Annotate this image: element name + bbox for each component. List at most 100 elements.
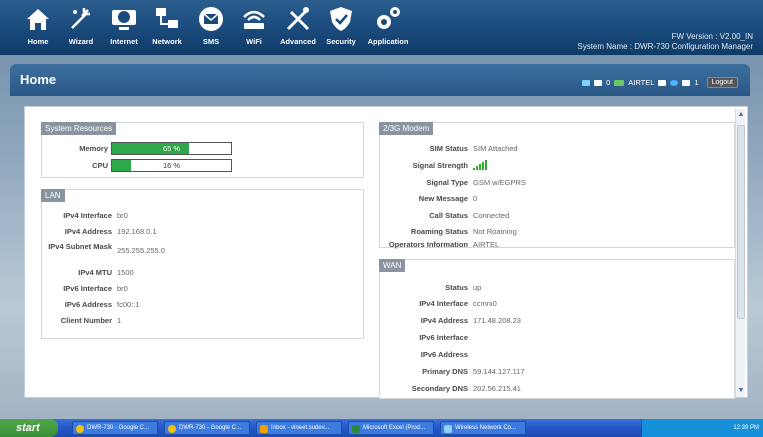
taskbar-item[interactable]: Wireless Network Co... [440, 421, 526, 435]
message-icon [594, 79, 603, 86]
nav-network[interactable]: Network [145, 4, 189, 50]
scroll-up-icon[interactable]: ▲ [736, 110, 746, 120]
nav-internet-label: Internet [110, 37, 138, 46]
wan-section: WAN Status up IPv4 Interface ccmni0 IPv4… [379, 259, 735, 399]
lan-subnet-mask-label: IPv4 Subnet Mask [48, 242, 112, 251]
lan-title: LAN [41, 189, 65, 202]
nav-application[interactable]: Application [366, 4, 410, 50]
lan-section: LAN IPv4 Interface br0 IPv4 Address 192.… [41, 189, 364, 339]
modem-row: SIM Status SIM Attached [380, 144, 518, 153]
primary-dns-label: Primary DNS [422, 367, 468, 376]
roaming-status-value: Not Roaming [473, 227, 517, 236]
wan-row: IPv4 Interface ccmni0 [380, 299, 497, 308]
taskbar-item[interactable]: DWR-730 - Google C... [72, 421, 158, 435]
cpu-row: CPU [42, 161, 108, 170]
memory-label: Memory [79, 144, 108, 153]
taskbar-item[interactable]: Inbox - vineet.sudev... [256, 421, 342, 435]
wan-row: IPv6 Address [380, 350, 473, 359]
lan-ipv6-address-label: IPv6 Address [64, 300, 112, 309]
chrome-icon [168, 425, 176, 433]
memory-bar: 65 % [111, 142, 232, 155]
nav-security[interactable]: Security [319, 4, 363, 50]
system-name: System Name : DWR-730 Configuration Mana… [577, 42, 753, 51]
message-count: 0 [606, 78, 611, 87]
new-message-label: New Message [418, 194, 468, 203]
primary-dns-value: 59.144.127.117 [473, 367, 525, 376]
nav-wifi[interactable]: WiFi [232, 4, 276, 50]
scroll-down-icon[interactable]: ▼ [736, 386, 746, 396]
task-label: DWR-730 - Google C... [179, 425, 242, 431]
device-count: 1 [694, 78, 699, 87]
secondary-dns-label: Secondary DNS [411, 384, 468, 393]
application-icon [377, 7, 400, 29]
scrollbar-thumb[interactable] [737, 125, 745, 319]
lan-row: IPv4 Address 192.168.0.1 [42, 227, 157, 236]
lan-ipv6-interface-label: IPv6 Interface [63, 284, 112, 293]
signal-type-label: Signal Type [426, 178, 468, 187]
wan-status-label: Status [445, 283, 468, 292]
modem-title: 2/3G Modem [379, 122, 434, 135]
wan-status-value: up [473, 283, 482, 292]
windows-taskbar: start DWR-730 - Google C... DWR-730 - Go… [0, 419, 763, 437]
task-label: Inbox - vineet.sudev... [271, 425, 330, 431]
nav-internet[interactable]: Internet [102, 4, 146, 50]
fw-version: FW Version : V2.00_IN [671, 32, 753, 41]
vertical-scrollbar[interactable]: ▲ ▼ [735, 109, 745, 397]
nav-application-label: Application [367, 37, 409, 46]
roaming-status-label: Roaming Status [410, 227, 468, 236]
lan-client-number-label: Client Number [60, 316, 112, 325]
wan-ipv4-address-value: 171.48.208.23 [473, 316, 521, 325]
nav-home[interactable]: Home [16, 4, 60, 50]
signal-icon [614, 79, 625, 86]
memory-row: Memory [42, 144, 108, 153]
page-title: Home [20, 72, 57, 87]
operators-information-label: Operators Information [388, 240, 468, 249]
nav-sms[interactable]: SMS [189, 4, 233, 50]
nav-advanced-label: Advanced [280, 37, 316, 46]
modem-row: New Message 0 [380, 194, 477, 203]
logout-button[interactable]: Logout [706, 77, 738, 88]
signal-strength-label: Signal Strength [412, 161, 468, 170]
wifi-icon [243, 10, 265, 29]
lan-row: IPv6 Interface br0 [42, 284, 128, 293]
memory-bar-text: 65 % [162, 144, 181, 153]
start-button[interactable]: start [0, 419, 58, 437]
lan-row: IPv4 MTU 1500 [42, 268, 133, 277]
lan-ipv4-mtu-label: IPv4 MTU [78, 268, 112, 277]
nav-sms-label: SMS [202, 37, 220, 46]
nav-wizard[interactable]: Wizard [59, 4, 103, 50]
operator-name: AIRTEL [628, 78, 655, 87]
lan-row: IPv4 Subnet Mask 255.255.255.0 [42, 242, 165, 255]
taskbar-item[interactable]: DWR-730 - Google C... [164, 421, 250, 435]
modem-row: Signal Strength [380, 160, 487, 170]
modem-section: 2/3G Modem SIM Status SIM Attached Signa… [379, 122, 735, 249]
wan-row: IPv6 Interface [380, 333, 473, 342]
sim-icon [658, 79, 667, 86]
device-icon [682, 79, 691, 86]
chrome-icon [76, 425, 84, 433]
security-icon [330, 7, 352, 31]
system-resources-title: System Resources [41, 122, 117, 135]
modem-row: Signal Type GSM w/EGPRS [380, 178, 525, 187]
modem-row: Operators Information AIRTEL [380, 240, 499, 249]
lan-ipv4-interface-value: br0 [117, 211, 128, 220]
modem-row: Call Status Connected [380, 211, 509, 220]
lan-row: IPv4 Interface br0 [42, 211, 128, 220]
wan-ipv6-address-label: IPv6 Address [420, 350, 468, 359]
status-icons: 0 AIRTEL 1 Logout [582, 77, 738, 88]
content-panel: ▲ ▼ System Resources Memory 65 % CPU 16 … [24, 106, 748, 399]
cpu-bar: 16 % [111, 159, 232, 172]
internet-icon [112, 10, 136, 30]
nav-advanced[interactable]: Advanced [276, 4, 320, 50]
wan-ipv4-address-label: IPv4 Address [420, 316, 468, 325]
modem-row: Roaming Status Not Roaming [380, 227, 517, 236]
home-header-bar: Home 0 AIRTEL 1 Logout [10, 64, 750, 96]
wan-row: IPv4 Address 171.48.208.23 [380, 316, 521, 325]
excel-icon [352, 425, 360, 433]
call-status-label: Call Status [429, 211, 468, 220]
lan-ipv4-address-value: 192.168.0.1 [117, 227, 157, 236]
taskbar-item[interactable]: Microsoft Excel (Prod... [348, 421, 434, 435]
operators-information-value: AIRTEL [473, 240, 500, 249]
nav-home-label: Home [27, 37, 49, 46]
cpu-bar-text: 16 % [162, 161, 181, 170]
